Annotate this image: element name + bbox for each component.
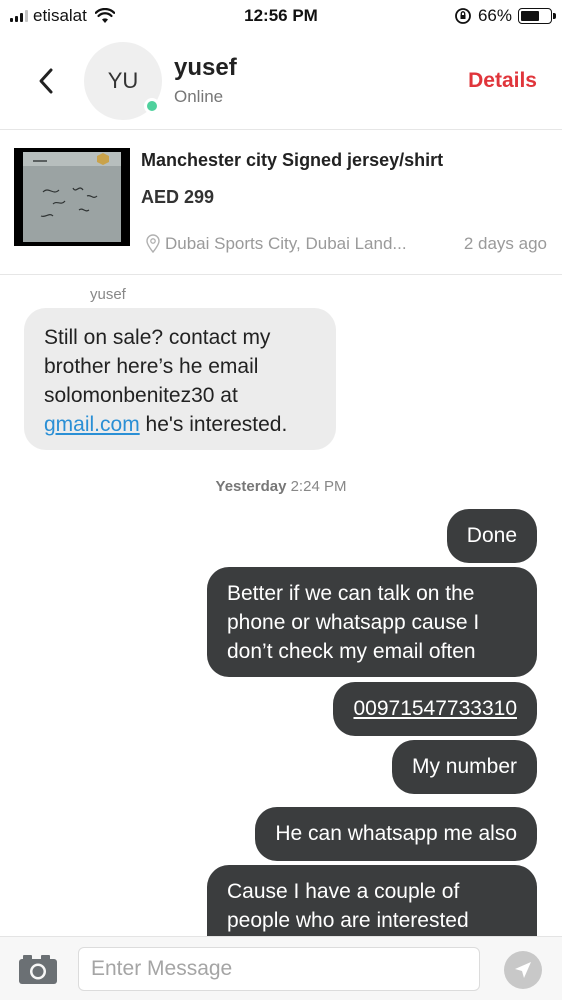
message-text: Done: [466, 524, 517, 547]
chat-header: YU yusef Online Details: [0, 32, 562, 130]
wifi-icon: [94, 8, 115, 23]
online-indicator: [144, 97, 160, 114]
message-composer: [0, 936, 562, 1000]
listing-location: Dubai Sports City, Dubai Land...: [145, 234, 407, 254]
status-bar: etisalat 12:56 PM 66%: [0, 0, 562, 32]
message-line: people who are interested: [227, 909, 469, 932]
outgoing-message: My number: [391, 740, 537, 794]
send-arrow-icon: [515, 962, 531, 978]
message-text: He can whatsapp me also: [275, 822, 517, 845]
message-text: My number: [411, 755, 517, 778]
contact-name: yusef: [174, 54, 237, 81]
signal-strength-icon: [10, 10, 28, 22]
message-line: brother here’s he email: [44, 355, 259, 378]
avatar[interactable]: YU: [84, 41, 162, 120]
orientation-lock-icon: [455, 8, 471, 24]
avatar-initials: YU: [107, 67, 139, 93]
contact-status: Online: [174, 87, 224, 106]
listing-age: 2 days ago: [463, 234, 547, 253]
jersey-image: [23, 152, 121, 242]
message-line: Cause I have a couple of: [227, 880, 460, 903]
message-line: solomonbenitez30 at: [44, 384, 238, 407]
outgoing-message: Cause I have a couple of people who are …: [207, 865, 537, 936]
message-input[interactable]: [78, 947, 480, 991]
outgoing-message: He can whatsapp me also: [255, 807, 537, 861]
date-divider: Yesterday 2:24 PM: [0, 478, 562, 495]
outgoing-message: Better if we can talk on the phone or wh…: [207, 567, 537, 677]
message-text: he's interested.: [139, 413, 288, 436]
battery-icon: [518, 8, 556, 24]
date-divider-time: 2:24 PM: [290, 478, 347, 495]
outgoing-message: Done: [446, 509, 537, 563]
listing-price: AED 299: [141, 187, 215, 207]
listing-card[interactable]: Manchester city Signed jersey/shirt AED …: [0, 130, 562, 275]
listing-title: Manchester city Signed jersey/shirt: [141, 150, 444, 170]
message-line: phone or whatsapp cause I: [227, 611, 480, 634]
listing-location-text: Dubai Sports City, Dubai Land...: [165, 234, 407, 253]
incoming-message: Still on sale? contact my brother here’s…: [24, 308, 336, 450]
message-sender-name: yusef: [90, 286, 126, 303]
send-button[interactable]: [504, 951, 542, 989]
back-button[interactable]: [26, 61, 66, 101]
chevron-left-icon: [39, 68, 53, 93]
message-line: don’t check my email often: [227, 640, 476, 663]
listing-thumbnail[interactable]: [14, 148, 130, 246]
outgoing-message: 00971547733310: [333, 682, 537, 736]
details-button[interactable]: Details: [468, 69, 537, 93]
battery-percent: 66%: [477, 6, 512, 25]
date-divider-day: Yesterday: [215, 478, 287, 495]
message-line: Better if we can talk on the: [227, 582, 475, 605]
message-line: gmail.com he's interested.: [44, 410, 318, 439]
carrier-name: etisalat: [33, 6, 87, 25]
message-line: Still on sale? contact my: [44, 326, 271, 349]
phone-number-link[interactable]: 00971547733310: [353, 697, 517, 720]
location-pin-icon: [146, 234, 160, 254]
chat-thread[interactable]: yusef Still on sale? contact my brother …: [0, 276, 562, 936]
email-domain-link[interactable]: gmail.com: [44, 413, 140, 436]
camera-icon[interactable]: [18, 953, 58, 985]
